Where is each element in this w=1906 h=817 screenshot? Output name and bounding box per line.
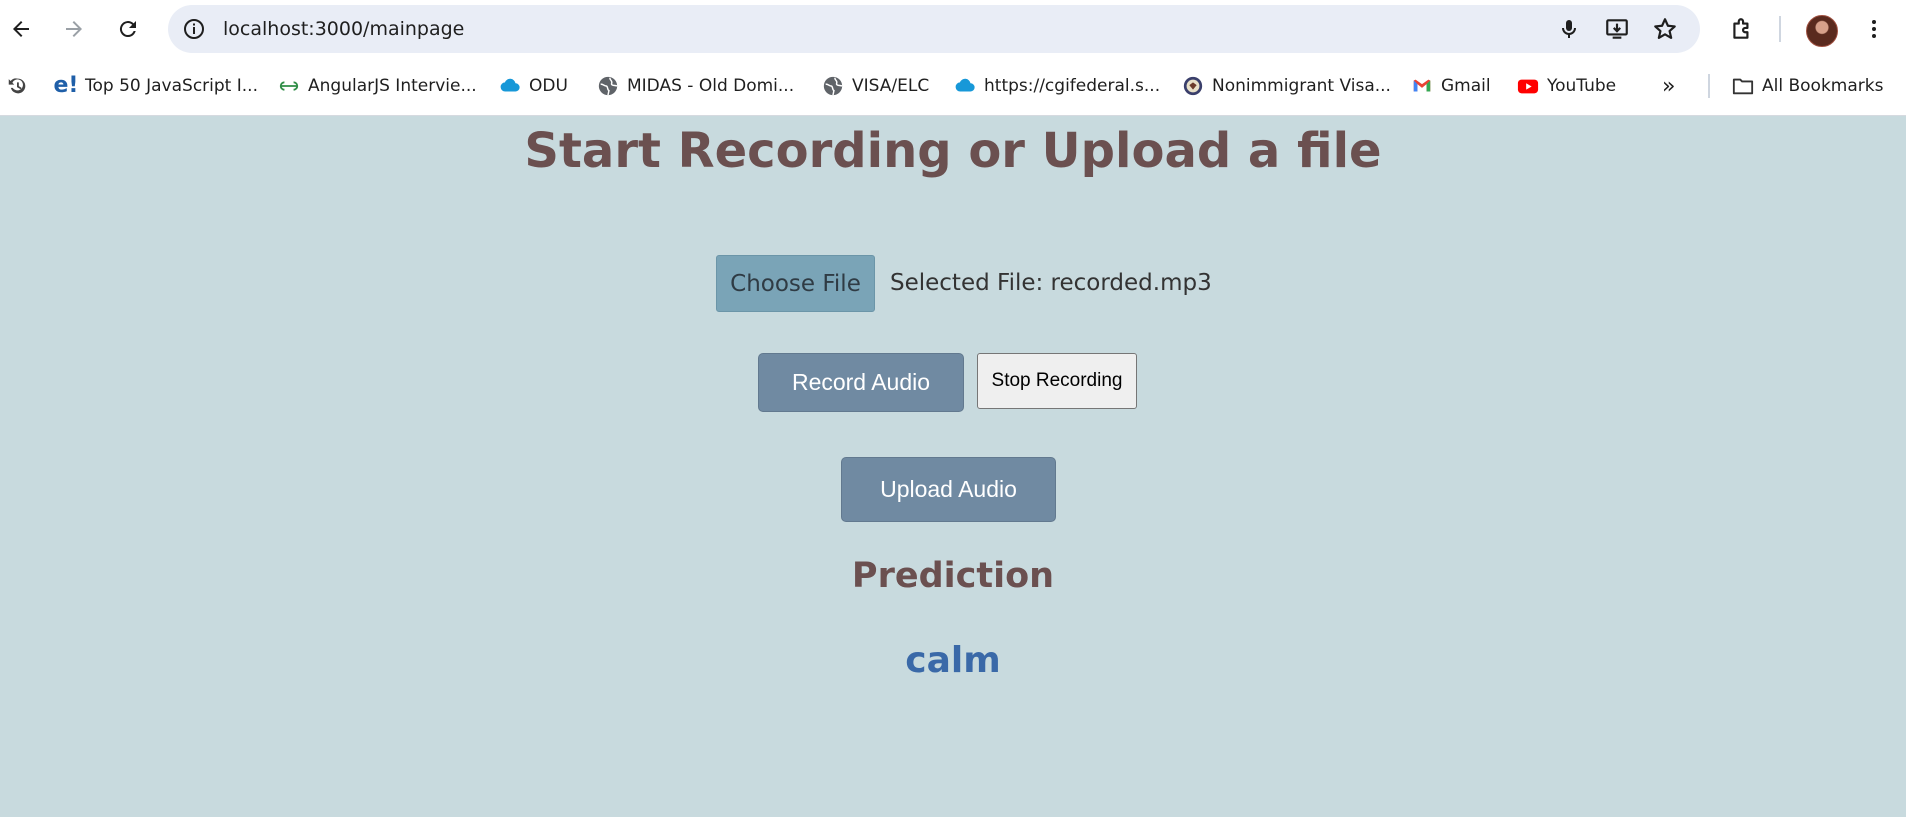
page-title: Start Recording or Upload a file (524, 123, 1382, 179)
install-app-icon[interactable] (1604, 16, 1630, 42)
upload-audio-button[interactable]: Upload Audio (841, 457, 1056, 522)
forward-button[interactable] (56, 11, 92, 47)
globe-icon (822, 75, 844, 97)
all-bookmarks-label: All Bookmarks (1762, 76, 1884, 96)
bookmark-label: YouTube (1547, 76, 1617, 96)
bookmark-label: Nonimmigrant Visa... (1212, 76, 1391, 96)
extensions-icon[interactable] (1726, 13, 1758, 45)
all-bookmarks-button[interactable]: All Bookmarks (1732, 72, 1883, 100)
bookmark-label: Gmail (1441, 76, 1491, 96)
geeks-icon (278, 75, 300, 97)
bookmark-label: https://cgifederal.s... (984, 76, 1161, 96)
more-bookmarks-button[interactable]: » (1662, 72, 1675, 100)
prediction-value: calm (905, 640, 1001, 681)
bookmark-label: AngularJS Intervie... (308, 76, 477, 96)
prediction-heading: Prediction (851, 556, 1055, 596)
bookmark-item[interactable]: ODU (499, 72, 568, 100)
cloud-icon (499, 75, 521, 97)
bookmark-label: MIDAS - Old Domi... (627, 76, 795, 96)
seal-icon (1182, 75, 1204, 97)
folder-icon (1732, 75, 1754, 97)
gmail-icon (1411, 75, 1433, 97)
bookmark-item[interactable]: Nonimmigrant Visa... (1182, 72, 1391, 100)
url-text: localhost:3000/mainpage (223, 18, 465, 40)
bookmark-item[interactable]: AngularJS Intervie... (278, 72, 477, 100)
address-bar[interactable]: localhost:3000/mainpage (168, 5, 1700, 53)
chevron-double-right-icon: » (1662, 73, 1676, 99)
bookmark-label: VISA/ELC (852, 76, 930, 96)
bookmark-item[interactable]: MIDAS - Old Domi... (597, 72, 794, 100)
page-content: Start Recording or Upload a file Choose … (0, 116, 1906, 817)
bookmark-item[interactable]: e! Top 50 JavaScript I... (53, 72, 258, 100)
record-audio-button[interactable]: Record Audio (758, 353, 964, 412)
reload-icon (119, 21, 136, 38)
arrow-left-icon (13, 21, 29, 37)
selected-file-text: Selected File: recorded.mp3 (890, 270, 1212, 296)
browser-toolbar: localhost:3000/mainpage (0, 0, 1906, 58)
microphone-icon[interactable] (1556, 16, 1582, 42)
cloud-icon (954, 75, 976, 97)
stop-recording-button[interactable]: Stop Recording (977, 353, 1137, 409)
bookmark-item[interactable]: VISA/ELC (822, 72, 929, 100)
globe-icon (597, 75, 619, 97)
bookmarks-divider (1708, 74, 1710, 98)
site-info-icon[interactable] (180, 15, 208, 43)
bookmark-item[interactable]: Gmail (1411, 72, 1491, 100)
bookmark-label: ODU (529, 76, 568, 96)
bookmark-label: Top 50 JavaScript I... (85, 76, 258, 96)
bookmark-item[interactable]: https://cgifederal.s... (954, 72, 1160, 100)
choose-file-button[interactable]: Choose File (716, 255, 875, 312)
more-menu-icon[interactable] (1858, 13, 1890, 45)
bookmark-star-icon[interactable] (1652, 16, 1678, 42)
reload-button[interactable] (110, 11, 146, 47)
toolbar-divider (1779, 16, 1781, 42)
back-button[interactable] (3, 11, 39, 47)
bookmark-item[interactable]: YouTube (1517, 72, 1616, 100)
profile-avatar[interactable] (1806, 15, 1838, 47)
arrow-right-icon (66, 21, 82, 37)
history-icon[interactable] (6, 72, 28, 100)
e-logo-icon: e! (53, 73, 79, 98)
youtube-icon (1517, 75, 1539, 97)
bookmarks-bar: e! Top 50 JavaScript I... AngularJS Inte… (0, 58, 1906, 116)
